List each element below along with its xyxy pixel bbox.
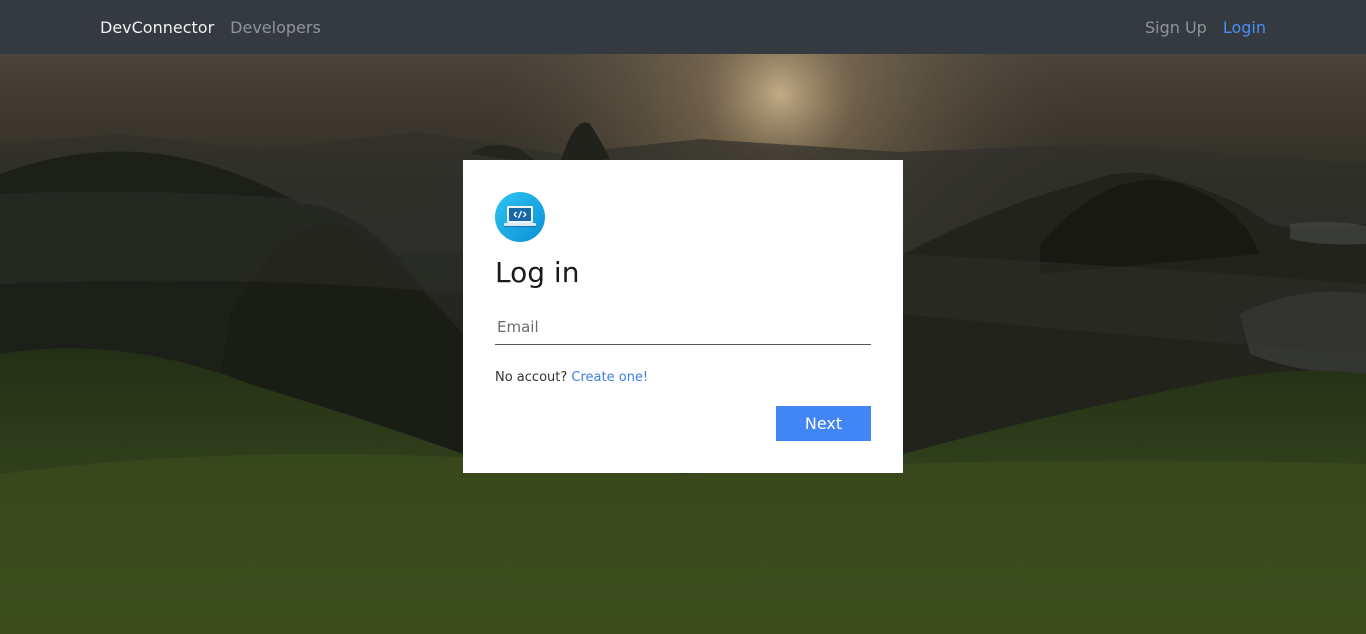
next-button[interactable]: Next xyxy=(776,406,871,441)
login-link[interactable]: Login xyxy=(1223,18,1266,37)
brand-link[interactable]: DevConnector xyxy=(100,18,214,37)
sign-up-link[interactable]: Sign Up xyxy=(1145,18,1207,37)
no-account-row: No accout? Create one! xyxy=(495,370,648,385)
email-input[interactable] xyxy=(495,310,871,345)
login-card: Log in No accout? Create one! Next xyxy=(463,160,903,473)
top-navbar: DevConnector Developers Sign Up Login xyxy=(0,0,1366,54)
laptop-code-icon xyxy=(495,192,545,242)
create-account-link[interactable]: Create one! xyxy=(571,370,648,385)
developers-link[interactable]: Developers xyxy=(230,18,321,37)
nav-left-group: DevConnector Developers xyxy=(100,0,321,54)
login-title: Log in xyxy=(495,256,580,289)
nav-right-group: Sign Up Login xyxy=(1145,0,1266,54)
no-account-text: No accout? xyxy=(495,370,568,385)
